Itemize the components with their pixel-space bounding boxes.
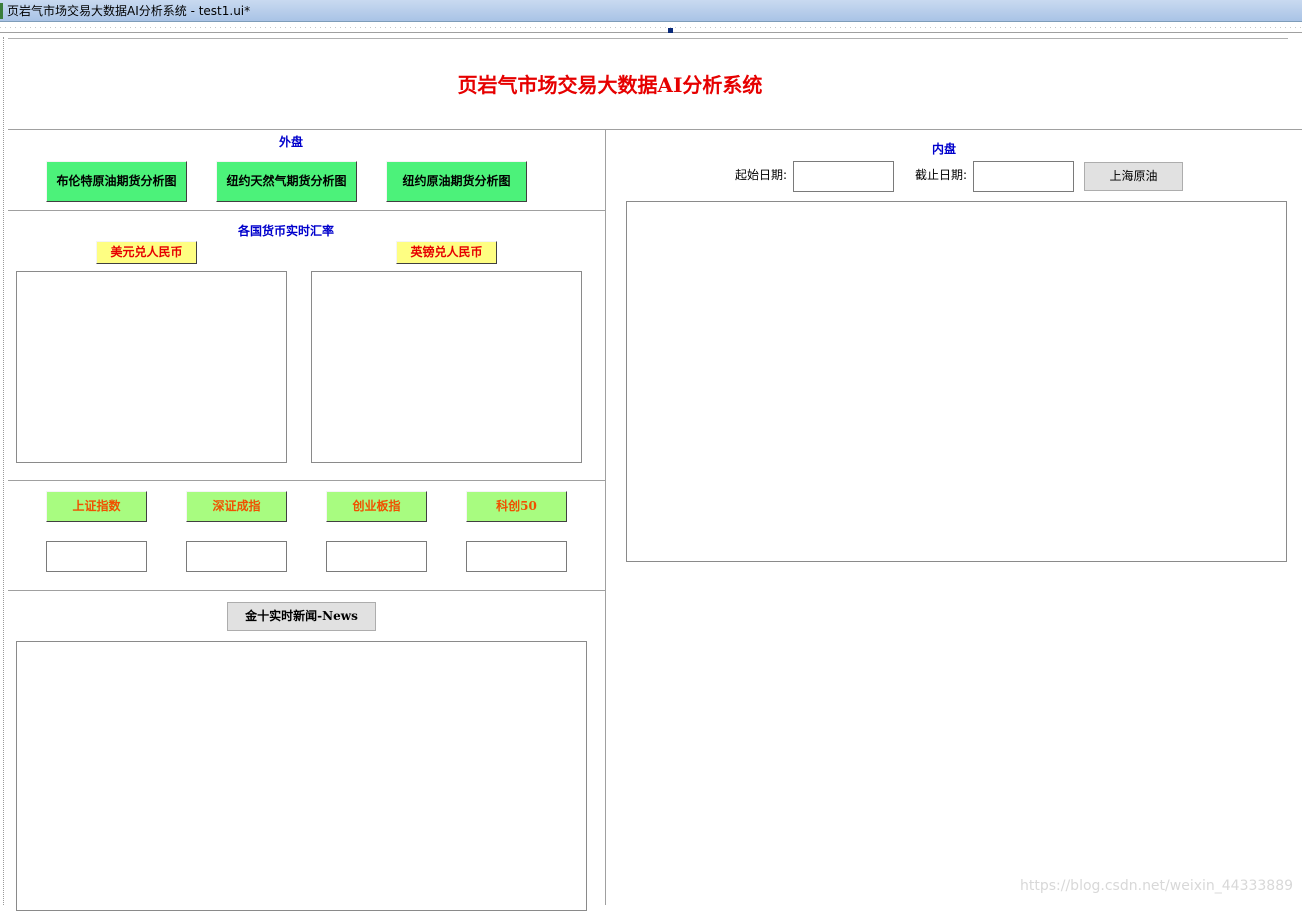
outer-market-divider	[8, 210, 605, 211]
brent-crude-futures-button[interactable]: 布伦特原油期货分析图	[46, 161, 187, 202]
news-button[interactable]: 金十实时新闻-News	[227, 602, 376, 631]
star50-index-value-field[interactable]	[466, 541, 567, 572]
fx-divider	[8, 480, 605, 481]
page-title: 页岩气市场交易大数据AI分析系统	[457, 73, 763, 97]
shanghai-composite-button[interactable]: 上证指数	[46, 491, 147, 522]
form-top-divider	[8, 38, 1288, 39]
chinext-index-value-field[interactable]	[326, 541, 427, 572]
shenzhen-component-button[interactable]: 深证成指	[186, 491, 287, 522]
window-titlebar: 页岩气市场交易大数据AI分析系统 - test1.ui*	[0, 0, 1302, 22]
chinext-index-button[interactable]: 创业板指	[326, 491, 427, 522]
shanghai-crude-button[interactable]: 上海原油	[1084, 162, 1183, 191]
watermark-text: https://blog.csdn.net/weixin_44333889	[1020, 878, 1294, 894]
window-title: 页岩气市场交易大数据AI分析系统 - test1.ui*	[7, 4, 251, 18]
fx-rates-label: 各国货币实时汇率	[237, 224, 334, 238]
star50-index-button[interactable]: 科创50	[466, 491, 567, 522]
shanghai-composite-value-field[interactable]	[46, 541, 147, 572]
outer-market-label: 外盘	[278, 135, 303, 149]
gbp-cny-button[interactable]: 英镑兑人民币	[396, 241, 497, 264]
indices-divider	[8, 590, 605, 591]
resize-handle[interactable]	[668, 28, 673, 33]
center-divider	[605, 130, 606, 905]
start-date-field[interactable]	[793, 161, 894, 192]
inner-market-label: 内盘	[931, 142, 956, 156]
form-frame-edge	[3, 37, 4, 905]
ny-crude-futures-button[interactable]: 纽约原油期货分析图	[386, 161, 527, 202]
ny-natural-gas-futures-button[interactable]: 纽约天然气期货分析图	[216, 161, 357, 202]
usd-cny-chart-panel	[16, 271, 287, 463]
start-date-label: 起始日期:	[735, 168, 788, 182]
designer-ruler	[0, 23, 1302, 33]
end-date-label: 截止日期:	[915, 168, 968, 182]
gbp-cny-chart-panel	[311, 271, 582, 463]
news-panel	[16, 641, 587, 911]
header-divider	[8, 129, 1302, 130]
shenzhen-component-value-field[interactable]	[186, 541, 287, 572]
end-date-field[interactable]	[973, 161, 1074, 192]
usd-cny-button[interactable]: 美元兑人民币	[96, 241, 197, 264]
inner-market-chart-panel	[626, 201, 1287, 562]
